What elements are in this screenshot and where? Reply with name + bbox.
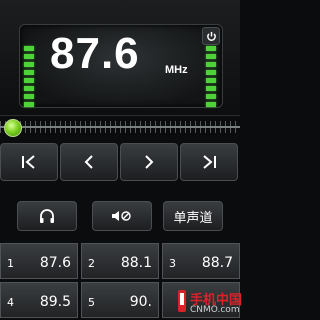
signal-bar — [24, 54, 34, 59]
preset-button[interactable]: 3 88.7 — [162, 243, 240, 279]
speaker-mute-icon — [112, 211, 131, 221]
signal-bar — [24, 78, 34, 83]
preset-button[interactable]: 4 89.5 — [0, 282, 78, 318]
signal-bar — [24, 46, 34, 51]
audio-controls: 单声道 — [0, 201, 240, 233]
cnmo-logo-icon — [178, 290, 186, 312]
signal-bar — [206, 70, 216, 75]
headphones-button[interactable] — [17, 201, 77, 231]
signal-bar — [206, 102, 216, 107]
preset-button[interactable]: 5 90. — [81, 282, 159, 318]
preset-number: 5 — [88, 296, 95, 309]
tuning-slider[interactable] — [0, 116, 240, 138]
tuning-track — [0, 126, 240, 128]
power-icon — [206, 31, 216, 41]
headphones-icon — [40, 209, 54, 223]
signal-bar — [206, 78, 216, 83]
preset-frequency: 87.6 — [39, 255, 71, 271]
frequency-unit: MHz — [165, 64, 188, 76]
skip-previous-button[interactable] — [0, 143, 58, 181]
skip-next-icon — [203, 155, 216, 169]
mono-button[interactable]: 单声道 — [163, 201, 223, 231]
seek-back-button[interactable] — [60, 143, 118, 181]
preset-frequency: 88.7 — [201, 255, 233, 271]
signal-bar — [24, 62, 34, 67]
mono-label: 单声道 — [173, 210, 213, 226]
signal-bar — [206, 46, 216, 51]
signal-meter-left — [24, 46, 36, 110]
power-button[interactable] — [202, 27, 220, 45]
preset-frequency: 90. — [129, 294, 152, 310]
signal-bar — [206, 62, 216, 67]
frequency-readout: 87.6 — [50, 29, 140, 78]
preset-number: 4 — [7, 296, 14, 309]
radio-display: 87.6 MHz — [0, 0, 240, 116]
navigation-row — [0, 140, 240, 184]
skip-next-button[interactable] — [180, 143, 238, 181]
skip-previous-icon — [22, 155, 35, 169]
signal-meter-right — [206, 46, 218, 110]
signal-bar — [24, 86, 34, 91]
preset-frequency: 88.1 — [120, 255, 152, 271]
preset-button[interactable]: 1 87.6 — [0, 243, 78, 279]
watermark-en: CNMO.com — [190, 305, 240, 315]
tuning-knob[interactable] — [4, 119, 22, 137]
cnmo-watermark: 手机中国 CNMO.com — [176, 287, 242, 317]
chevron-left-icon — [84, 155, 93, 169]
signal-bar — [206, 86, 216, 91]
signal-bar — [206, 54, 216, 59]
signal-bar — [24, 102, 34, 107]
speaker-mute-button[interactable] — [92, 201, 152, 231]
chevron-right-icon — [145, 155, 154, 169]
preset-number: 1 — [7, 257, 14, 270]
preset-number: 2 — [88, 257, 95, 270]
preset-frequency: 89.5 — [39, 294, 71, 310]
preset-button[interactable]: 2 88.1 — [81, 243, 159, 279]
signal-bar — [24, 70, 34, 75]
preset-number: 3 — [169, 257, 176, 270]
seek-forward-button[interactable] — [120, 143, 178, 181]
signal-bar — [24, 94, 34, 99]
signal-bar — [206, 94, 216, 99]
